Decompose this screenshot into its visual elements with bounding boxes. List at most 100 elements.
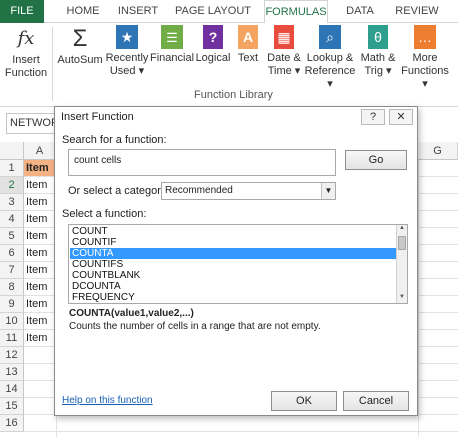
financial-button[interactable]: ☰ Financial	[150, 25, 194, 65]
autosum-button[interactable]: Σ AutoSum	[56, 25, 104, 67]
text-a-icon: A	[238, 25, 258, 49]
lookup-reference-button[interactable]: ⌕ Lookup & Reference ▾	[304, 25, 356, 91]
tab-file[interactable]: FILE	[0, 0, 44, 23]
gridline	[418, 160, 419, 437]
row-header[interactable]: 14	[0, 381, 24, 398]
insert-function-button[interactable]: fx Insert Function	[4, 25, 48, 80]
function-list-scrollbar[interactable]: ▲ ▼	[396, 225, 407, 303]
math-trig-button[interactable]: θ Math & Trig ▾	[358, 25, 398, 78]
cancel-button[interactable]: Cancel	[343, 391, 409, 411]
cell-a[interactable]: Item	[24, 160, 56, 177]
function-list-item[interactable]: COUNTIF	[70, 237, 396, 248]
sigma-icon: Σ	[72, 24, 88, 52]
date-time-button[interactable]: ▦ Date & Time ▾	[264, 25, 304, 78]
cell-a[interactable]: Item	[24, 228, 56, 245]
dialog-title: Insert Function	[61, 111, 134, 123]
select-all-corner[interactable]	[0, 142, 24, 160]
row-header[interactable]: 7	[0, 262, 24, 279]
gridline	[24, 431, 458, 432]
cell-a[interactable]: Item	[24, 279, 56, 296]
tab-formulas[interactable]: FORMULAS	[264, 0, 328, 24]
cell-a[interactable]: Item	[24, 177, 56, 194]
more-functions-button[interactable]: … More Functions ▾	[400, 25, 450, 91]
cell-a[interactable]: Item	[24, 211, 56, 228]
function-signature: COUNTA(value1,value2,...)	[69, 308, 194, 319]
function-description: Counts the number of cells in a range th…	[69, 321, 321, 332]
logical-button[interactable]: ? Logical	[194, 25, 232, 65]
row-header[interactable]: 8	[0, 279, 24, 296]
row-header[interactable]: 2	[0, 177, 24, 194]
insert-function-label-1: Insert	[12, 54, 40, 66]
lookup-reference-label-2: Reference ▾	[304, 65, 356, 90]
row-header[interactable]: 16	[0, 415, 24, 432]
tab-data[interactable]: DATA	[338, 0, 382, 23]
ok-button[interactable]: OK	[271, 391, 337, 411]
row-header[interactable]: 3	[0, 194, 24, 211]
function-list-item[interactable]: COUNTA	[70, 248, 396, 259]
help-link[interactable]: Help on this function	[62, 395, 153, 406]
date-time-label-2: Time ▾	[267, 65, 301, 77]
ribbon-formulas: fx Insert Function Σ AutoSum ★ Recently …	[0, 23, 458, 107]
theta-icon: θ	[368, 25, 388, 49]
row-header[interactable]: 9	[0, 296, 24, 313]
search-input[interactable]: count cells	[68, 149, 336, 176]
category-select[interactable]: Recommended ▼	[161, 182, 336, 200]
scrollbar-thumb[interactable]	[398, 236, 406, 250]
help-icon[interactable]: ?	[361, 109, 385, 125]
math-trig-label-1: Math &	[360, 52, 396, 64]
more-functions-icon: …	[414, 25, 436, 49]
chevron-down-icon[interactable]: ▼	[321, 183, 335, 199]
scroll-up-icon[interactable]: ▲	[397, 225, 407, 234]
row-header[interactable]: 6	[0, 245, 24, 262]
math-trig-label-2: Trig ▾	[364, 65, 392, 77]
calendar-icon: ▦	[274, 25, 294, 49]
magnifier-icon: ⌕	[319, 25, 341, 49]
go-button[interactable]: Go	[345, 150, 407, 170]
star-icon: ★	[116, 25, 138, 49]
text-label: Text	[237, 52, 259, 64]
row-header[interactable]: 11	[0, 330, 24, 347]
category-value: Recommended	[165, 185, 233, 196]
function-list-item[interactable]: FREQUENCY	[70, 292, 396, 303]
column-header-a[interactable]: A	[24, 142, 56, 160]
autosum-label: AutoSum	[57, 54, 103, 66]
cell-a[interactable]: Item	[24, 296, 56, 313]
more-functions-label-2: Functions ▾	[401, 65, 449, 90]
category-label: Or select a category:	[68, 185, 170, 197]
logical-label: Logical	[195, 52, 231, 64]
tab-page-layout[interactable]: PAGE LAYOUT	[172, 0, 254, 23]
text-button[interactable]: A Text	[234, 25, 262, 65]
cell-a[interactable]: Item	[24, 262, 56, 279]
function-list-item[interactable]: COUNTBLANK	[70, 270, 396, 281]
function-list-item[interactable]: COUNTIFS	[70, 259, 396, 270]
row-header[interactable]: 13	[0, 364, 24, 381]
cell-a[interactable]: Item	[24, 330, 56, 347]
cell-a[interactable]: Item	[24, 245, 56, 262]
lookup-reference-label-1: Lookup &	[306, 52, 354, 64]
question-icon: ?	[203, 25, 223, 49]
row-header[interactable]: 10	[0, 313, 24, 330]
cell-a[interactable]: Item	[24, 313, 56, 330]
function-list-item[interactable]: DCOUNTA	[70, 281, 396, 292]
row-header[interactable]: 1	[0, 160, 24, 177]
tab-insert[interactable]: INSERT	[114, 0, 162, 23]
insert-function-label-2: Function	[4, 67, 48, 79]
tab-home[interactable]: HOME	[60, 0, 106, 23]
row-header[interactable]: 12	[0, 347, 24, 364]
scroll-down-icon[interactable]: ▼	[397, 294, 407, 303]
row-header[interactable]: 5	[0, 228, 24, 245]
dialog-title-bar: Insert Function ? ✕	[55, 107, 417, 127]
tab-review[interactable]: REVIEW	[392, 0, 442, 23]
fx-icon: fx	[17, 27, 35, 49]
more-functions-label-1: More	[412, 52, 438, 64]
column-header-g[interactable]: G	[418, 142, 458, 160]
row-header[interactable]: 15	[0, 398, 24, 415]
cell-a[interactable]: Item	[24, 194, 56, 211]
function-list[interactable]: COUNT COUNTIF COUNTA COUNTIFS COUNTBLANK DCOU…	[68, 224, 408, 304]
row-header[interactable]: 4	[0, 211, 24, 228]
function-list-item[interactable]: COUNT	[70, 226, 396, 237]
recently-used-button[interactable]: ★ Recently Used ▾	[104, 25, 150, 78]
financial-icon: ☰	[161, 25, 183, 49]
date-time-label-1: Date &	[267, 52, 301, 64]
close-icon[interactable]: ✕	[389, 109, 413, 125]
